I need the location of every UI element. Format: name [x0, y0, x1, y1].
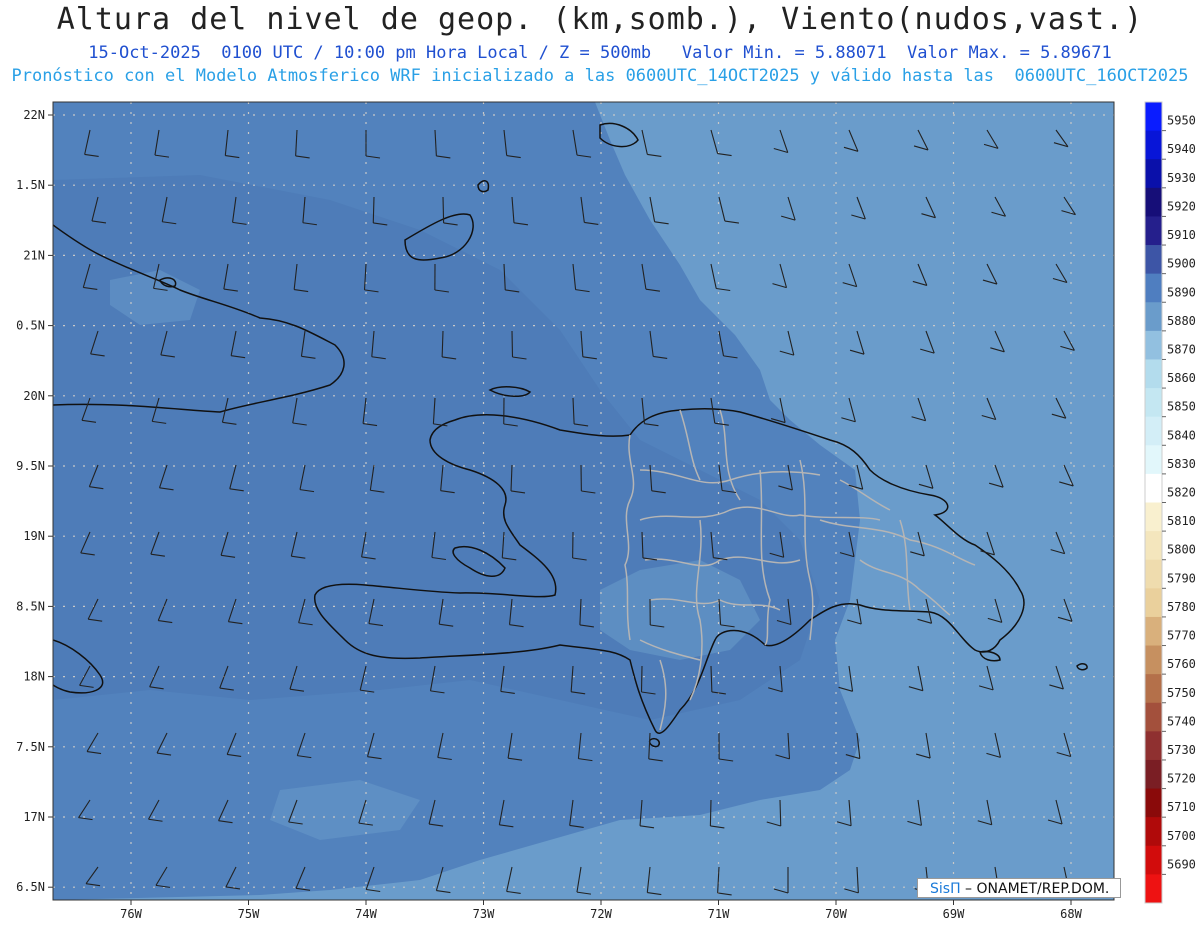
lat-tick-label: 6.5N [16, 880, 45, 894]
colorbar-swatch [1145, 445, 1162, 475]
lat-tick-label: 22N [23, 108, 45, 122]
colorbar-swatch [1145, 702, 1162, 732]
lon-tick-label: 76W [120, 907, 142, 921]
colorbar-swatch [1145, 102, 1162, 132]
colorbar-swatch [1145, 388, 1162, 418]
colorbar-swatch [1145, 845, 1162, 875]
colorbar-swatch [1145, 216, 1162, 246]
colorbar-label: 5770 [1167, 629, 1196, 643]
colorbar-swatch [1145, 588, 1162, 618]
colorbar-label: 5730 [1167, 743, 1196, 757]
lat-tick-label: 0.5N [16, 319, 45, 333]
lat-tick-label: 18N [23, 670, 45, 684]
lon-tick-label: 74W [355, 907, 377, 921]
lat-tick-label: 21N [23, 248, 45, 262]
colorbar-label: 5910 [1167, 228, 1196, 242]
colorbar-label: 5850 [1167, 400, 1196, 414]
colorbar-swatch [1145, 502, 1162, 532]
colorbar-swatch [1145, 731, 1162, 761]
latitude-axis: 22N 1.5N 21N 0.5N 20N 9.5N 19N 8.5N 18N 7.5N 17N 6.… [16, 108, 53, 894]
colorbar-swatch [1145, 416, 1162, 446]
lat-tick-label: 9.5N [16, 459, 45, 473]
colorbar-label: 5920 [1167, 199, 1196, 213]
colorbar-label: 5880 [1167, 314, 1196, 328]
colorbar-label: 5740 [1167, 714, 1196, 728]
colorbar-swatch [1145, 531, 1162, 561]
geopotential-wind-map: 22N 1.5N 21N 0.5N 20N 9.5N 19N 8.5N 18N 7.5N 17N 6.… [16, 101, 1196, 921]
colorbar-swatch [1145, 187, 1162, 217]
colorbar-swatch [1145, 645, 1162, 675]
colorbar-label: 5690 [1167, 857, 1196, 871]
colorbar-label: 5930 [1167, 171, 1196, 185]
lon-tick-label: 68W [1060, 907, 1082, 921]
map-plot-area [53, 102, 1114, 900]
lon-tick-label: 75W [238, 907, 260, 921]
lon-tick-label: 69W [943, 907, 965, 921]
credit-text: – ONAMET/REP.DOM. [960, 881, 1110, 897]
colorbar-swatch [1145, 874, 1162, 904]
lat-tick-label: 7.5N [16, 740, 45, 754]
colorbar-label: 5820 [1167, 486, 1196, 500]
colorbar-swatch [1145, 788, 1162, 818]
lat-tick-label: 19N [23, 529, 45, 543]
colorbar-label: 5860 [1167, 371, 1196, 385]
lat-tick-label: 1.5N [16, 178, 45, 192]
lon-tick-label: 72W [590, 907, 612, 921]
colorbar-swatch [1145, 817, 1162, 847]
colorbar-label: 5790 [1167, 571, 1196, 585]
colorbar-label: 5900 [1167, 257, 1196, 271]
colorbar-swatch [1145, 359, 1162, 389]
colorbar-label: 5840 [1167, 428, 1196, 442]
colorbar-label: 5700 [1167, 829, 1196, 843]
lat-tick-label: 8.5N [16, 599, 45, 613]
colorbar-label: 5800 [1167, 543, 1196, 557]
colorbar-swatch [1145, 759, 1162, 790]
colorbar-swatch [1145, 330, 1162, 360]
colorbar-swatch [1145, 559, 1162, 589]
colorbar-label: 5870 [1167, 342, 1196, 356]
colorbar-swatch [1145, 273, 1162, 303]
credit-box: SisΠ – ONAMET/REP.DOM. [917, 878, 1121, 898]
colorbar-swatch [1145, 616, 1162, 647]
colorbar-label: 5830 [1167, 457, 1196, 471]
colorbar-label: 5890 [1167, 285, 1196, 299]
colorbar-label: 5720 [1167, 772, 1196, 786]
colorbar-label: 5950 [1167, 114, 1196, 128]
colorbar-swatch [1145, 302, 1162, 332]
lon-tick-label: 73W [473, 907, 495, 921]
colorbar-label: 5940 [1167, 142, 1196, 156]
lat-tick-label: 20N [23, 389, 45, 403]
lon-tick-label: 70W [825, 907, 847, 921]
colorbar-swatch [1145, 159, 1162, 189]
colorbar-label: 5780 [1167, 600, 1196, 614]
jamaica-west [53, 639, 54, 640]
colorbar-swatch [1145, 130, 1162, 160]
colorbar-label: 5760 [1167, 657, 1196, 671]
colorbar-swatch [1145, 674, 1162, 704]
colorbar-label: 5810 [1167, 514, 1196, 528]
lat-tick-label: 17N [23, 810, 45, 824]
lon-tick-label: 71W [708, 907, 730, 921]
colorbar-swatch [1145, 473, 1162, 503]
colorbar: 5950 5940 5930 5920 5910 5900 5890 5880 5870 5860… [1144, 101, 1196, 904]
colorbar-swatch [1145, 245, 1162, 275]
colorbar-label: 5710 [1167, 800, 1196, 814]
credit-brand: SisΠ [930, 881, 961, 897]
colorbar-label: 5750 [1167, 686, 1196, 700]
longitude-axis: 76W 75W 74W 73W 72W 71W 70W 69W 68W [120, 900, 1083, 921]
